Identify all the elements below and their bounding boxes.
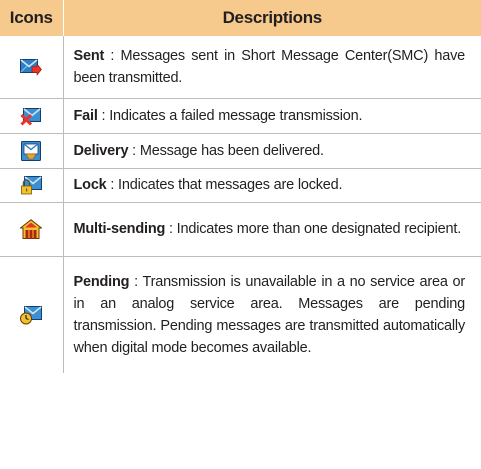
term-separator: :: [104, 47, 121, 64]
description-text: Messages sent in Short Message Center(SM…: [73, 47, 466, 86]
description-cell: Lock : Indicates that messages are locke…: [63, 168, 481, 202]
table-row-pending: Pending : Transmission is unavailable in…: [0, 256, 481, 373]
table-row-sent: Sent : Messages sent in Short Message Ce…: [0, 36, 481, 98]
description-text: Indicates a failed message transmission.: [109, 107, 363, 124]
term-separator: :: [128, 142, 140, 159]
multi-sending-house-icon: [20, 219, 43, 240]
icon-cell: [0, 256, 64, 373]
description-cell: Multi-sending : Indicates more than one …: [63, 202, 481, 256]
icon-cell: [0, 202, 64, 256]
term-label: Pending: [73, 273, 130, 290]
envelope-delivery-icon: [20, 140, 42, 161]
table-row-multi-sending: Multi-sending : Indicates more than one …: [0, 202, 481, 256]
term-separator: :: [165, 221, 177, 237]
table-header-row: Icons Descriptions: [0, 0, 481, 36]
icon-description-table: Icons Descriptions Sent : Messages sent …: [0, 0, 481, 373]
column-header-icons: Icons: [0, 0, 64, 36]
description-cell: Pending : Transmission is unavailable in…: [63, 256, 481, 373]
table-row-fail: Fail : Indicates a failed message transm…: [0, 98, 481, 133]
envelope-fail-icon: [20, 106, 42, 126]
description-cell: Fail : Indicates a failed message transm…: [63, 98, 481, 133]
term-label: Fail: [73, 107, 98, 124]
table-row-lock: Lock : Indicates that messages are locke…: [0, 168, 481, 202]
term-label: Lock: [73, 177, 107, 193]
term-separator: :: [106, 177, 119, 193]
term-label: Delivery: [73, 142, 129, 159]
description-cell: Sent : Messages sent in Short Message Ce…: [63, 36, 481, 98]
description-cell: Delivery : Message has been delivered.: [63, 133, 481, 168]
icon-cell: [0, 133, 64, 168]
envelope-pending-clock-icon: [20, 305, 43, 325]
term-separator: :: [97, 107, 110, 124]
term-label: Sent: [73, 47, 105, 64]
term-label: Multi-sending: [73, 221, 166, 237]
description-text: Indicates that messages are locked.: [118, 177, 343, 193]
description-text: Message has been delivered.: [139, 142, 324, 159]
envelope-sent-icon: [20, 57, 43, 77]
icon-cell: [0, 98, 64, 133]
icon-cell: [0, 36, 64, 98]
table-row-delivery: Delivery : Message has been delivered.: [0, 133, 481, 168]
term-separator: :: [129, 273, 143, 290]
column-header-descriptions: Descriptions: [63, 0, 481, 36]
description-text: Indicates more than one designated recip…: [176, 221, 462, 237]
icon-cell: [0, 168, 64, 202]
envelope-lock-icon: [20, 175, 43, 195]
